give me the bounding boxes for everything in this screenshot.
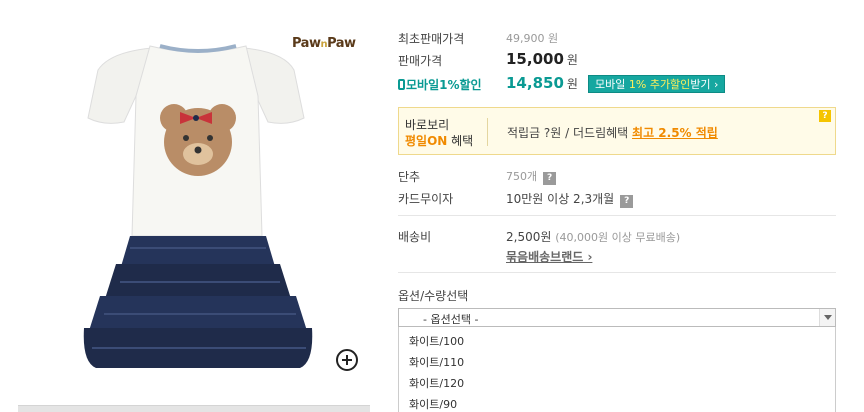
options-label: 옵션/수량선택 bbox=[398, 289, 469, 303]
mobile-phone-icon bbox=[398, 79, 405, 90]
stock-label: 단추 bbox=[398, 170, 421, 184]
shipping-value: 2,500원 (40,000원 이상 무료배송) bbox=[506, 230, 681, 244]
help-icon[interactable]: ? bbox=[620, 195, 634, 208]
product-info-panel: 최초판매가격 49,900 원 판매가격 15,000 원 모바일1%할인 14,… bbox=[398, 0, 838, 412]
card-value: 10만원 이상 2,3개월? bbox=[506, 190, 634, 208]
original-price: 49,900 원 bbox=[506, 32, 559, 45]
mobile-price: 14,850 원 bbox=[506, 74, 578, 92]
option-select-value: - 옵션선택 - bbox=[423, 313, 479, 326]
help-icon[interactable]: ? bbox=[543, 172, 557, 185]
mobile-discount-label: 모바일1%할인 bbox=[398, 76, 482, 93]
thumbnail-strip[interactable] bbox=[18, 405, 370, 412]
benefit-link[interactable]: 최고 2.5% 적립 bbox=[632, 126, 718, 140]
benefit-title: 바로보리 bbox=[405, 118, 450, 132]
mobile-discount-button[interactable]: 모바일 1% 추가할인받기 › bbox=[588, 75, 726, 93]
shipping-label: 배송비 bbox=[398, 230, 432, 244]
help-icon[interactable]: ? bbox=[819, 110, 831, 122]
original-price-label: 최초판매가격 bbox=[398, 32, 465, 46]
option-item[interactable]: 화이트/100 bbox=[409, 333, 464, 349]
brand-logo: PawnPaw bbox=[292, 36, 356, 51]
divider bbox=[398, 215, 836, 216]
zoom-in-icon[interactable] bbox=[336, 349, 358, 371]
option-item[interactable]: 화이트/90 bbox=[409, 396, 457, 412]
stock-value: 750개? bbox=[506, 168, 557, 185]
divider bbox=[398, 272, 836, 273]
sale-price-label: 판매가격 bbox=[398, 54, 443, 68]
card-label: 카드무이자 bbox=[398, 192, 454, 206]
benefit-text: 적립금 ?원 / 더드림혜택 최고 2.5% 적립 bbox=[507, 126, 718, 140]
benefit-box: 바로보리 평일ON 혜택 적립금 ?원 / 더드림혜택 최고 2.5% 적립 ? bbox=[398, 107, 836, 155]
dress-illustration bbox=[83, 44, 313, 368]
benefit-subtitle: 평일ON 혜택 bbox=[405, 134, 474, 148]
option-dropdown-list: 화이트/100 화이트/110 화이트/120 화이트/90 bbox=[398, 327, 836, 412]
sale-price: 15,000 원 bbox=[506, 50, 578, 68]
bundle-shipping-link[interactable]: 묶음배송브랜드 › bbox=[506, 248, 592, 265]
option-select[interactable]: - 옵션선택 - bbox=[398, 308, 836, 327]
option-item[interactable]: 화이트/110 bbox=[409, 354, 464, 370]
chevron-down-icon[interactable] bbox=[819, 309, 835, 326]
product-image[interactable]: PawnPaw bbox=[0, 0, 380, 412]
benefit-divider bbox=[487, 118, 488, 146]
option-item[interactable]: 화이트/120 bbox=[409, 375, 464, 391]
